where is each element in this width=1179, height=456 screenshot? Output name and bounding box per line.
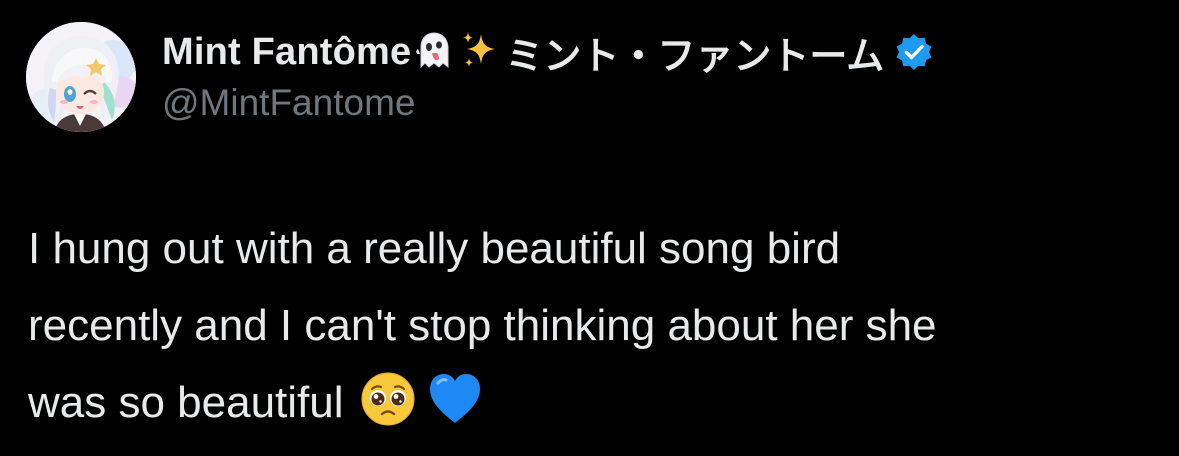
author-name-row[interactable]: Mint Fantôme ミント・ファントーム <box>162 26 934 78</box>
tweet-card: Mint Fantôme ミント・ファントーム @MintFantome I h… <box>0 0 1179 456</box>
author-display-name[interactable]: Mint Fantôme <box>162 31 411 74</box>
blue-heart-emoji-icon <box>426 371 484 451</box>
avatar[interactable] <box>26 22 136 132</box>
sparkles-emoji-icon <box>459 28 503 77</box>
avatar-image <box>26 22 136 132</box>
author-display-name-jp[interactable]: ミント・ファントーム <box>505 25 884 80</box>
tweet-text: I hung out with a really beautiful song … <box>28 210 1158 451</box>
pleading-face-emoji-icon <box>360 371 416 451</box>
tweet-text-line: recently and I can't stop thinking about… <box>28 301 937 350</box>
tweet-text-line: was so beautiful <box>28 378 344 427</box>
author-handle[interactable]: @MintFantome <box>162 82 415 124</box>
verified-badge-icon <box>894 32 934 72</box>
tweet-text-line: I hung out with a really beautiful song … <box>28 224 841 273</box>
tweet-text-line-last: was so beautiful <box>28 364 1158 451</box>
ghost-emoji-icon <box>413 29 455 76</box>
